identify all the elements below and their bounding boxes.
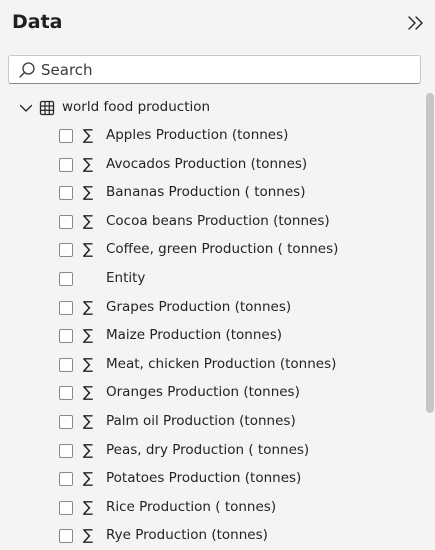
field-row[interactable]: ∑ Grapes Production (tonnes) — [0, 294, 424, 322]
field-row[interactable]: ∑ Rye Production (tonnes) — [0, 522, 424, 550]
search-box[interactable] — [8, 55, 421, 84]
sigma-icon: ∑ — [83, 154, 94, 173]
sigma-icon: ∑ — [83, 240, 94, 259]
sigma-icon: ∑ — [83, 412, 94, 430]
collapse-pane-button[interactable] — [405, 12, 427, 34]
field-row[interactable]: ∑ Maize Production (tonnes) — [0, 322, 424, 350]
field-row[interactable]: ∑ Apples Production (tonnes) — [0, 122, 424, 150]
field-checkbox[interactable] — [59, 529, 73, 544]
field-checkbox[interactable] — [59, 186, 73, 201]
field-checkbox[interactable] — [59, 415, 73, 429]
table-node[interactable]: world food production — [0, 94, 424, 122]
field-label: Avocados Production (tonnes) — [106, 155, 308, 172]
field-checkbox[interactable] — [59, 272, 73, 286]
sigma-icon: ∑ — [83, 126, 94, 144]
field-label: Maize Production (tonnes) — [106, 327, 283, 344]
table-name: world food production — [62, 99, 211, 115]
sigma-icon: ∑ — [83, 526, 94, 545]
data-pane: Data world food produc — [0, 0, 435, 550]
pane-title: Data — [12, 11, 63, 33]
field-label: Oranges Production (tonnes) — [106, 384, 300, 401]
field-row[interactable]: ∑ Bananas Production ( tonnes) — [0, 179, 424, 207]
field-checkbox[interactable] — [59, 300, 73, 315]
vertical-scrollbar[interactable] — [425, 93, 435, 550]
field-checkbox[interactable] — [59, 129, 73, 143]
field-label: Meat, chicken Production (tonnes) — [106, 355, 337, 372]
field-row[interactable]: ∑ Cocoa beans Production (tonnes) — [0, 208, 424, 236]
field-checkbox[interactable] — [59, 472, 73, 487]
field-label: Coffee, green Production ( tonnes) — [106, 241, 339, 258]
field-row[interactable]: ∑ Meat, chicken Production (tonnes) — [0, 351, 424, 379]
field-label: Potatoes Production (tonnes) — [106, 470, 302, 487]
field-row[interactable]: ∑ Avocados Production (tonnes) — [0, 151, 424, 179]
field-checkbox[interactable] — [59, 243, 73, 258]
sigma-icon: ∑ — [83, 326, 94, 345]
sigma-icon: ∑ — [83, 297, 94, 316]
field-label: Entity — [106, 270, 146, 286]
double-chevron-right-icon — [408, 16, 423, 30]
sigma-icon: ∑ — [83, 211, 94, 230]
sigma-icon: ∑ — [83, 497, 94, 516]
field-checkbox[interactable] — [59, 443, 73, 458]
field-label: Bananas Production ( tonnes) — [106, 184, 306, 201]
field-checkbox[interactable] — [59, 157, 73, 172]
search-icon — [19, 62, 35, 78]
field-label: Apples Production (tonnes) — [106, 127, 289, 143]
field-row[interactable]: ∑ Peas, dry Production ( tonnes) — [0, 437, 424, 465]
field-label: Cocoa beans Production (tonnes) — [106, 212, 330, 229]
sigma-icon: ∑ — [83, 354, 94, 373]
field-checkbox[interactable] — [59, 214, 73, 229]
field-label: Palm oil Production (tonnes) — [106, 413, 296, 429]
field-checkbox[interactable] — [59, 386, 73, 401]
field-row[interactable]: ∑ Rice Production ( tonnes) — [0, 494, 424, 522]
field-tree: world food production ∑ Apples Production… — [0, 94, 424, 550]
sigma-icon: ∑ — [83, 383, 94, 402]
chevron-down-icon[interactable] — [19, 101, 33, 115]
field-label: Grapes Production (tonnes) — [106, 298, 292, 315]
field-checkbox[interactable] — [59, 357, 73, 372]
field-row[interactable]: Entity — [0, 265, 424, 293]
field-checkbox[interactable] — [59, 500, 73, 515]
field-row[interactable]: ∑ Coffee, green Production ( tonnes) — [0, 236, 424, 264]
field-row[interactable]: ∑ Palm oil Production (tonnes) — [0, 408, 424, 436]
search-input[interactable] — [41, 58, 411, 81]
sigma-icon: ∑ — [83, 440, 94, 459]
sigma-icon: ∑ — [83, 469, 94, 488]
scroll-thumb[interactable] — [426, 93, 434, 413]
field-label: Rye Production (tonnes) — [106, 527, 268, 544]
field-label: Rice Production ( tonnes) — [106, 498, 277, 515]
field-label: Peas, dry Production ( tonnes) — [106, 441, 310, 458]
field-row[interactable]: ∑ Potatoes Production (tonnes) — [0, 465, 424, 493]
field-checkbox[interactable] — [59, 329, 73, 344]
field-row[interactable]: ∑ Oranges Production (tonnes) — [0, 379, 424, 407]
pane-header: Data — [0, 0, 435, 48]
sigma-icon: ∑ — [83, 183, 94, 202]
table-icon — [39, 100, 55, 116]
